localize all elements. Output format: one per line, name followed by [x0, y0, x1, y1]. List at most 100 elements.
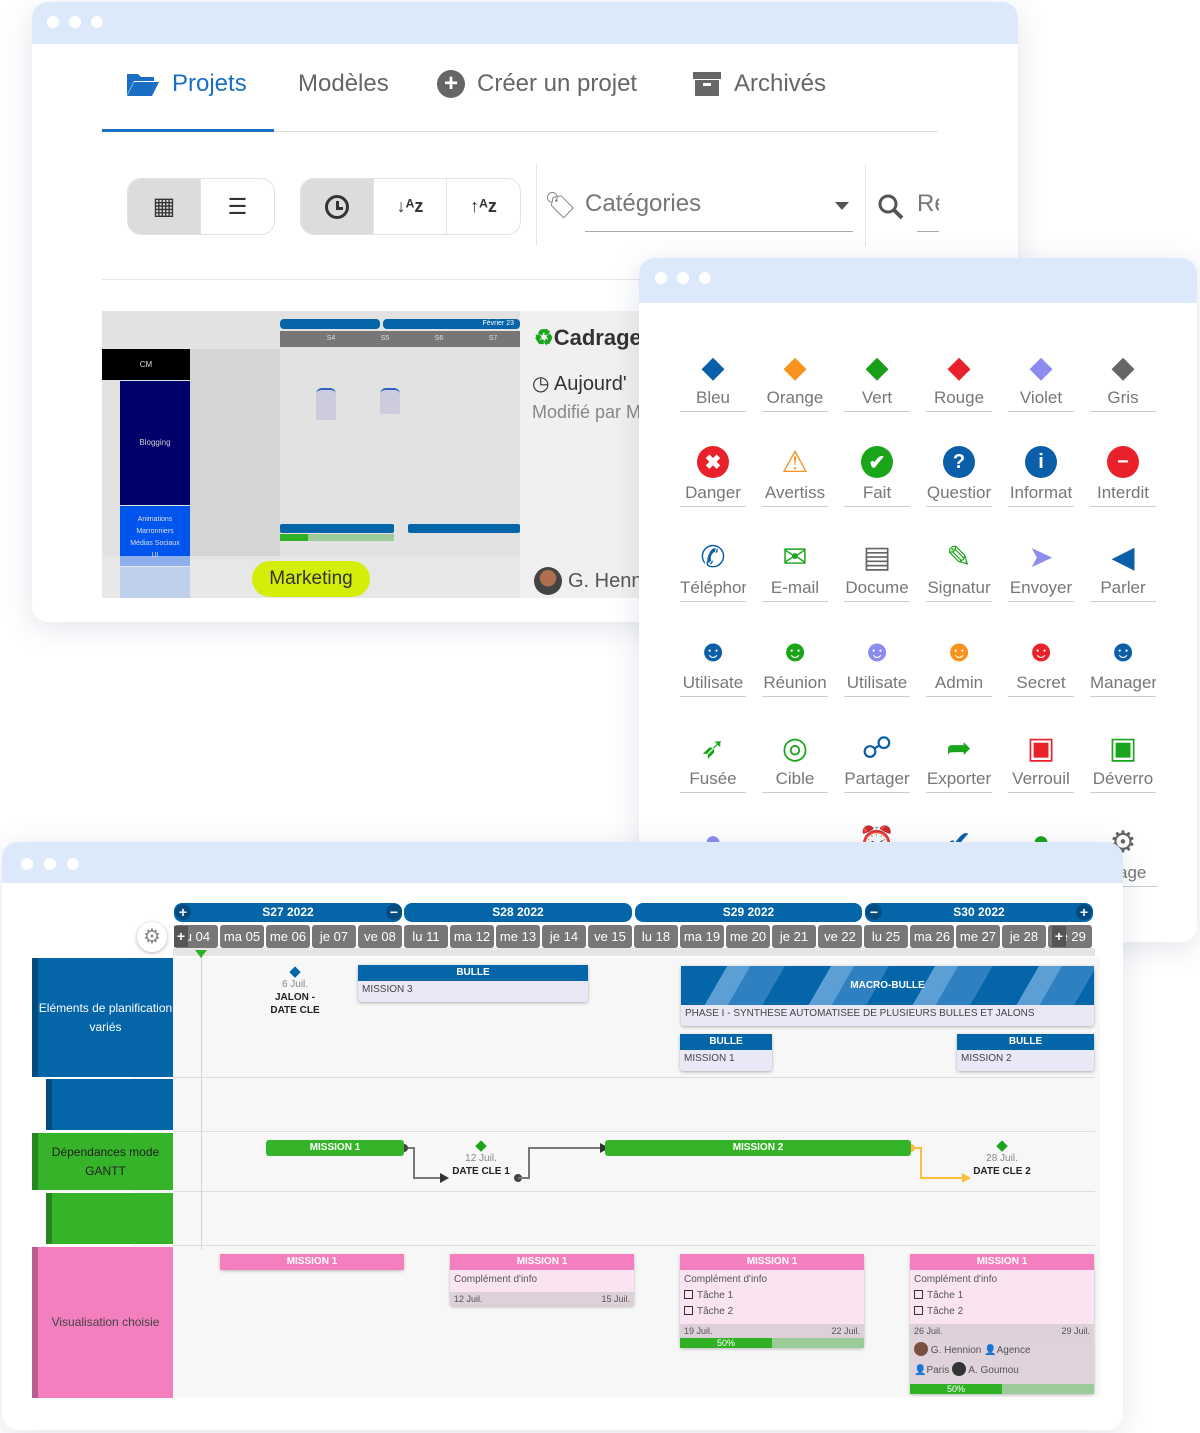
- verrouil-icon: ▣: [1026, 731, 1056, 765]
- window-dot: [44, 858, 56, 870]
- title-bar: [32, 2, 1018, 44]
- sort-za-icon: ↑ᴬz: [470, 196, 497, 216]
- icon-option[interactable]: ✆ Téléphor: [672, 538, 754, 602]
- toolbar-divider: [865, 164, 866, 246]
- thumb-item: [316, 388, 336, 420]
- informat-icon: i: [1025, 446, 1057, 478]
- tab-creer-projet[interactable]: + Créer un projet: [437, 70, 637, 98]
- thumb-row-label: Marronniers: [136, 528, 174, 535]
- icon-option[interactable]: ◆ Violet: [1000, 348, 1082, 412]
- thumb-weeks: S4 S5 S6 S7: [280, 331, 520, 347]
- card-modified: Modifié par M: [532, 402, 642, 422]
- icon-option[interactable]: ◆ Gris: [1082, 348, 1164, 412]
- icon-option[interactable]: ➦ Exporter: [918, 729, 1000, 793]
- t-l-phor-icon: ✆: [700, 540, 726, 574]
- icon-option[interactable]: ◀ Parler: [1082, 538, 1164, 602]
- icon-option[interactable]: ➶ Fusée: [672, 729, 754, 793]
- tab-label: Projets: [172, 70, 247, 97]
- thumb-month: Février 23: [383, 319, 520, 329]
- thumb-item: [380, 388, 400, 414]
- d-verro-icon: ▣: [1108, 731, 1138, 765]
- icon-option[interactable]: ☻ Admin: [918, 633, 1000, 697]
- manager-icon: ☻: [1107, 635, 1139, 668]
- icon-label: Manager: [1090, 673, 1156, 697]
- toolbar-divider: [536, 164, 537, 246]
- gear-icon[interactable]: ⚙: [137, 922, 167, 952]
- interdit-icon: −: [1107, 446, 1139, 478]
- list-view-button[interactable]: ☰: [201, 179, 274, 234]
- clock-icon: [325, 194, 349, 219]
- icon-option[interactable]: ✖ Danger: [672, 443, 754, 507]
- icon-option[interactable]: ☻ Manager: [1082, 633, 1164, 697]
- icon-option[interactable]: ▤ Docume: [836, 538, 918, 602]
- icon-label: Fait: [844, 483, 910, 507]
- grid-view-button[interactable]: ▦: [128, 179, 201, 234]
- categories-dropdown[interactable]: Catégories: [585, 190, 853, 232]
- icon-label: Orange: [762, 388, 828, 412]
- icon-option[interactable]: ◆ Rouge: [918, 348, 1000, 412]
- icon-option[interactable]: ☻ Utilisate: [836, 633, 918, 697]
- window-dot: [69, 16, 81, 28]
- icon-option[interactable]: ◆ Bleu: [672, 348, 754, 412]
- icon-label: Avertiss: [762, 483, 828, 507]
- tags-icon: 🏷: [544, 190, 578, 220]
- icon-label: Informat: [1008, 483, 1074, 507]
- search-icon: [878, 194, 904, 220]
- icon-option[interactable]: ◎ Cible: [754, 729, 836, 793]
- thumb-week: S5: [380, 335, 390, 342]
- icon-label: Déverro: [1090, 769, 1156, 793]
- thumb-week: S4: [326, 335, 336, 342]
- view-toggle: ▦ ☰: [127, 178, 275, 235]
- thumb-row-label: Médias Sociaux: [130, 540, 180, 547]
- project-card[interactable]: Février 23 S4 S5 S6 S7 CM Blogging Anima…: [102, 311, 662, 598]
- tab-modeles[interactable]: Modèles: [298, 70, 389, 98]
- icon-option[interactable]: ▣ Verrouil: [1000, 729, 1082, 793]
- recycle-icon: ♻: [534, 325, 554, 350]
- icon-option[interactable]: − Interdit: [1082, 443, 1164, 507]
- tab-archives[interactable]: Archivés: [692, 70, 826, 98]
- icon-option[interactable]: ⚠ Avertiss: [754, 443, 836, 507]
- icon-option[interactable]: ✔ Fait: [836, 443, 918, 507]
- icon-label: age: [1118, 863, 1158, 887]
- sort-toggle: ↓ᴬz ↑ᴬz: [300, 178, 521, 235]
- icon-label: Verrouil: [1008, 769, 1074, 793]
- icon-label: Vert: [844, 388, 910, 412]
- window-dot: [21, 858, 33, 870]
- icon-option[interactable]: ◆ Orange: [754, 348, 836, 412]
- questior-icon: ?: [943, 446, 975, 478]
- avatar: [534, 567, 562, 595]
- thumb-bar: [280, 524, 394, 533]
- tab-projets[interactable]: Projets: [126, 70, 247, 98]
- icon-option[interactable]: ☻ Secret: [1000, 633, 1082, 697]
- icon-label: Secret: [1008, 673, 1074, 697]
- tab-label: Modèles: [298, 70, 389, 97]
- icon-option[interactable]: ◆ Vert: [836, 348, 918, 412]
- vert-icon: ◆: [865, 350, 889, 384]
- list-icon: ☰: [227, 193, 248, 219]
- bleu-icon: ◆: [701, 350, 725, 384]
- icon-label: Cible: [762, 769, 828, 793]
- icon-option[interactable]: i Informat: [1000, 443, 1082, 507]
- card-owner: G. Henn: [534, 567, 642, 595]
- sort-za-button[interactable]: ↑ᴬz: [447, 179, 520, 234]
- icon-option[interactable]: ➤ Envoyer: [1000, 538, 1082, 602]
- search-input[interactable]: Re: [917, 190, 939, 232]
- partager-icon: ☍: [861, 731, 893, 765]
- sort-date-button[interactable]: [301, 179, 374, 234]
- icon-option[interactable]: ☻ Utilisate: [672, 633, 754, 697]
- icon-option[interactable]: ✎ Signatur: [918, 538, 1000, 602]
- icon-label: Danger: [680, 483, 746, 507]
- card-date: ◷ Aujourd': [532, 371, 627, 396]
- icon-option[interactable]: ▣ Déverro: [1082, 729, 1164, 793]
- card-title-text: Cadrage: [553, 325, 642, 350]
- violet-icon: ◆: [1029, 350, 1053, 384]
- icon-option[interactable]: ☍ Partager: [836, 729, 918, 793]
- marketing-tag[interactable]: Marketing: [252, 561, 370, 597]
- icon-label: E-mail: [762, 578, 828, 602]
- icon-option[interactable]: ☻ Réunion: [754, 633, 836, 697]
- icon-option[interactable]: ✉ E-mail: [754, 538, 836, 602]
- icon-option[interactable]: ? Questior: [918, 443, 1000, 507]
- r-union-icon: ☻: [779, 635, 811, 668]
- sort-az-button[interactable]: ↓ᴬz: [374, 179, 447, 234]
- gantt-window: [2, 842, 1123, 1430]
